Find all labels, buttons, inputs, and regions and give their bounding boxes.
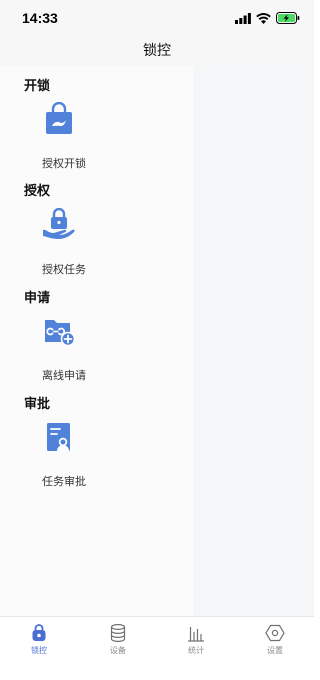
lock-icon [32,624,46,641]
task-approval-item[interactable]: 任务审批 [24,420,104,500]
task-approval-label: 任务审批 [42,475,86,488]
status-time: 14:33 [22,10,58,26]
bar-chart-icon [188,627,204,642]
content-area: 开锁 授权开锁 授权 授权任务 申请 离线申请 审批 任务审批 [0,66,314,616]
page-title: 锁控 [143,43,171,59]
tab-devices[interactable]: 设备 [79,617,157,665]
hand-lock-icon [43,208,75,239]
tab-label-devices: 设备 [110,646,126,655]
document-user-icon [47,423,70,451]
tab-bar: 锁控 设备 统计 设置 [0,616,314,680]
folder-add-icon [45,320,76,347]
function-panel: 开锁 授权开锁 授权 授权任务 申请 离线申请 审批 任务审批 [0,66,193,616]
database-icon [110,623,126,643]
section-title-apply: 申请 [24,291,51,306]
tab-statistics[interactable]: 统计 [157,617,235,665]
tab-label-lock-control: 锁控 [31,646,47,655]
section-title-authorize: 授权 [24,184,51,199]
unlock-bag-icon [46,102,72,134]
section-title-unlock: 开锁 [24,79,51,94]
offline-application-item[interactable]: 离线申请 [24,314,104,394]
authorized-unlock-item[interactable]: 授权开锁 [24,102,104,182]
hexagon-settings-icon [265,624,285,642]
section-title-approve: 审批 [24,397,51,412]
signal-icon [235,12,251,24]
offline-application-label: 离线申请 [42,369,86,382]
battery-charging-icon [276,12,300,24]
wifi-icon [256,12,271,24]
tab-label-settings: 设置 [267,646,283,655]
authorization-task-item[interactable]: 授权任务 [24,208,104,288]
status-bar: 14:33 [0,0,314,34]
status-icons [235,12,300,24]
nav-bar: 锁控 [0,34,314,66]
tab-lock-control[interactable]: 锁控 [0,617,78,665]
authorized-unlock-label: 授权开锁 [42,157,86,170]
tab-label-statistics: 统计 [188,646,204,655]
tab-settings[interactable]: 设置 [236,617,314,665]
authorization-task-label: 授权任务 [42,263,86,276]
